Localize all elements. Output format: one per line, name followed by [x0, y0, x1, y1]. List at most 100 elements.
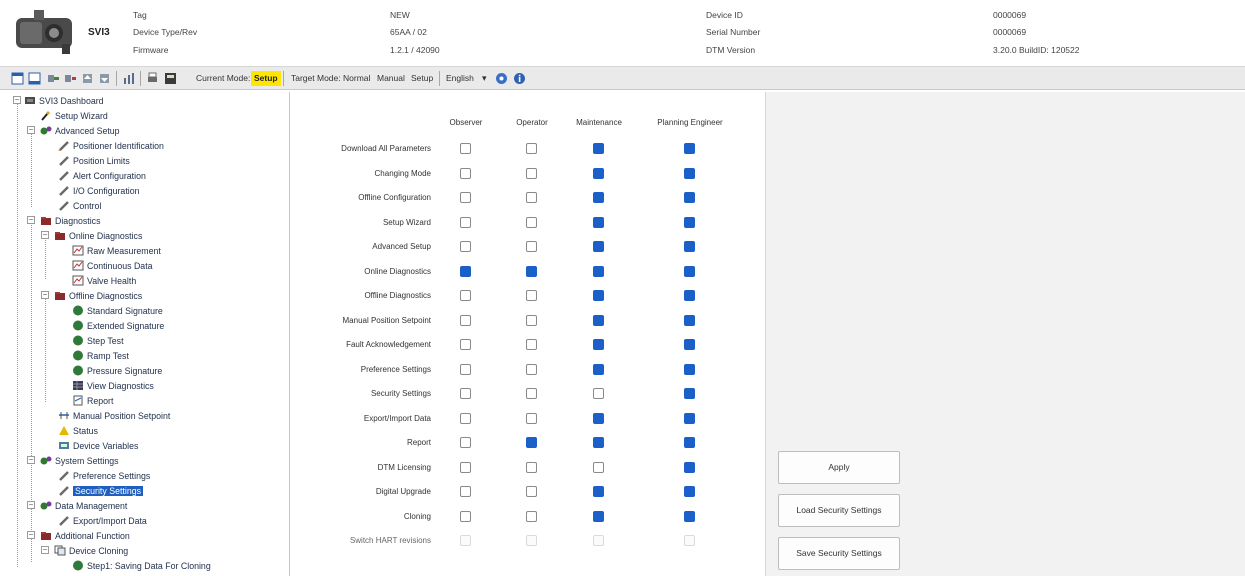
connect-icon[interactable]: [47, 72, 60, 85]
load-security-settings-button[interactable]: Load Security Settings: [778, 494, 900, 527]
permission-checkbox[interactable]: [460, 486, 471, 497]
permission-checkbox[interactable]: [460, 168, 471, 179]
tree-expander[interactable]: −: [41, 231, 49, 239]
apply-button[interactable]: Apply: [778, 451, 900, 484]
tree-item-online-diagnostics[interactable]: Online Diagnostics: [54, 229, 142, 242]
tree-item-ramp-test[interactable]: Ramp Test: [72, 349, 129, 362]
help-icon[interactable]: [495, 72, 508, 85]
permission-checkbox[interactable]: [684, 486, 695, 497]
tree-item-alert-configuration[interactable]: Alert Configuration: [58, 169, 146, 182]
permission-checkbox[interactable]: [460, 462, 471, 473]
info-icon[interactable]: [513, 72, 526, 85]
permission-checkbox[interactable]: [684, 217, 695, 228]
permission-checkbox[interactable]: [526, 315, 537, 326]
permission-checkbox[interactable]: [460, 437, 471, 448]
permission-checkbox[interactable]: [460, 266, 471, 277]
tree-item-additional-function[interactable]: Additional Function: [40, 529, 130, 542]
tree-item-export-import-data[interactable]: Export/Import Data: [58, 514, 147, 527]
tree-expander[interactable]: −: [27, 501, 35, 509]
permission-checkbox[interactable]: [526, 486, 537, 497]
permission-checkbox[interactable]: [684, 339, 695, 350]
permission-checkbox[interactable]: [460, 339, 471, 350]
save-security-settings-button[interactable]: Save Security Settings: [778, 537, 900, 570]
permission-checkbox[interactable]: [593, 388, 604, 399]
tree-item-manual-position-setpoint[interactable]: Manual Position Setpoint: [58, 409, 170, 422]
tree-item-preference-settings[interactable]: Preference Settings: [58, 469, 150, 482]
tree-item-standard-signature[interactable]: Standard Signature: [72, 304, 163, 317]
tree-expander[interactable]: −: [27, 216, 35, 224]
permission-checkbox[interactable]: [684, 168, 695, 179]
tree-item-data-management[interactable]: Data Management: [40, 499, 127, 512]
permission-checkbox[interactable]: [593, 462, 604, 473]
tree-expander[interactable]: −: [27, 126, 35, 134]
tree-item-raw-measurement[interactable]: Raw Measurement: [72, 244, 161, 257]
permission-checkbox[interactable]: [684, 241, 695, 252]
tree-item-pressure-signature[interactable]: Pressure Signature: [72, 364, 162, 377]
window-icon[interactable]: [11, 72, 24, 85]
tree-item-positioner-identification[interactable]: Positioner Identification: [58, 139, 164, 152]
permission-checkbox[interactable]: [593, 413, 604, 424]
tree-item-status[interactable]: Status: [58, 424, 98, 437]
tree-expander[interactable]: −: [41, 291, 49, 299]
tree-item-advanced-setup[interactable]: Advanced Setup: [40, 124, 120, 137]
permission-checkbox[interactable]: [684, 266, 695, 277]
permission-checkbox[interactable]: [684, 192, 695, 203]
permission-checkbox[interactable]: [460, 143, 471, 154]
permission-checkbox[interactable]: [526, 364, 537, 375]
tree-expander[interactable]: −: [13, 96, 21, 104]
tree-item-valve-health[interactable]: Valve Health: [72, 274, 136, 287]
tree-item-security-settings[interactable]: Security Settings: [58, 484, 144, 497]
permission-checkbox[interactable]: [460, 241, 471, 252]
permission-checkbox[interactable]: [684, 364, 695, 375]
tree-item-io-configuration[interactable]: I/O Configuration: [58, 184, 140, 197]
permission-checkbox[interactable]: [684, 143, 695, 154]
tree-item-step1-saving-data[interactable]: Step1: Saving Data For Cloning: [72, 559, 211, 572]
tree-item-device-variables[interactable]: Device Variables: [58, 439, 138, 452]
permission-checkbox[interactable]: [593, 168, 604, 179]
permission-checkbox[interactable]: [460, 217, 471, 228]
tree-item-diagnostics[interactable]: Diagnostics: [40, 214, 100, 227]
upload-icon[interactable]: [81, 72, 94, 85]
permission-checkbox[interactable]: [526, 437, 537, 448]
tree-item-step-test[interactable]: Step Test: [72, 334, 124, 347]
permission-checkbox[interactable]: [684, 437, 695, 448]
tree-item-position-limits[interactable]: Position Limits: [58, 154, 130, 167]
window-alt-icon[interactable]: [28, 72, 41, 85]
permission-checkbox[interactable]: [526, 388, 537, 399]
permission-checkbox[interactable]: [526, 290, 537, 301]
permission-checkbox[interactable]: [526, 413, 537, 424]
permission-checkbox[interactable]: [526, 143, 537, 154]
permission-checkbox[interactable]: [526, 192, 537, 203]
permission-checkbox[interactable]: [460, 290, 471, 301]
tree-item-continuous-data[interactable]: Continuous Data: [72, 259, 153, 272]
permission-checkbox[interactable]: [460, 364, 471, 375]
permission-checkbox[interactable]: [593, 241, 604, 252]
permission-checkbox[interactable]: [593, 315, 604, 326]
permission-checkbox[interactable]: [526, 266, 537, 277]
chevron-down-icon[interactable]: ▾: [482, 73, 487, 84]
permission-checkbox[interactable]: [593, 364, 604, 375]
permission-checkbox[interactable]: [460, 511, 471, 522]
permission-checkbox[interactable]: [684, 413, 695, 424]
permission-checkbox[interactable]: [593, 339, 604, 350]
tree-item-view-diagnostics[interactable]: View Diagnostics: [72, 379, 154, 392]
permission-checkbox[interactable]: [684, 462, 695, 473]
target-mode-manual[interactable]: Manual: [377, 73, 405, 83]
tree-expander[interactable]: −: [41, 546, 49, 554]
permission-checkbox[interactable]: [684, 290, 695, 301]
tree-item-svi3-dashboard[interactable]: SVI3 Dashboard: [24, 94, 104, 107]
permission-checkbox[interactable]: [526, 339, 537, 350]
permission-checkbox[interactable]: [593, 217, 604, 228]
permission-checkbox[interactable]: [593, 266, 604, 277]
permission-checkbox[interactable]: [593, 437, 604, 448]
permission-checkbox[interactable]: [593, 143, 604, 154]
tree-item-system-settings[interactable]: System Settings: [40, 454, 119, 467]
permission-checkbox[interactable]: [684, 511, 695, 522]
tree-item-device-cloning[interactable]: Device Cloning: [54, 544, 128, 557]
permission-checkbox[interactable]: [526, 511, 537, 522]
tree-expander[interactable]: −: [27, 456, 35, 464]
target-mode-setup[interactable]: Setup: [411, 73, 433, 83]
language-select[interactable]: English: [446, 73, 474, 83]
tree-item-report[interactable]: Report: [72, 394, 113, 407]
permission-checkbox[interactable]: [526, 217, 537, 228]
